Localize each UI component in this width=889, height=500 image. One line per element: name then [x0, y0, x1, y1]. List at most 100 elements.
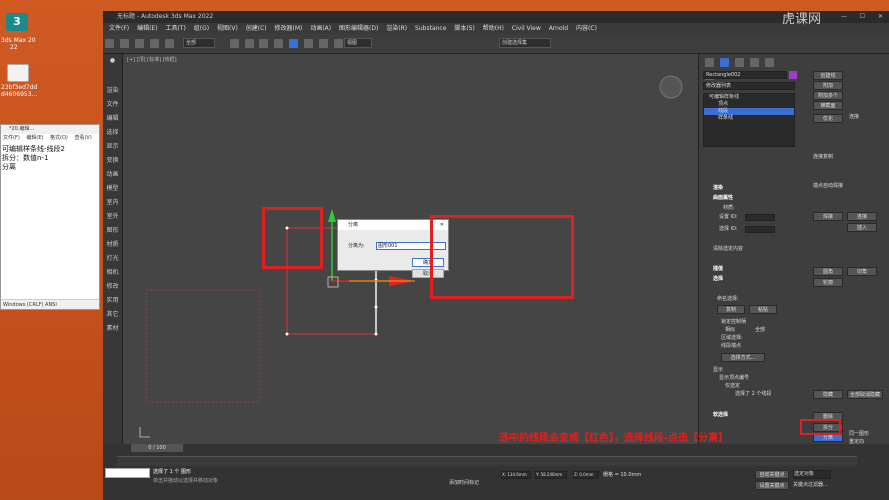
all-radio[interactable]: 全部 — [755, 327, 765, 334]
modifier-list-dropdown[interactable]: 修改器列表 — [703, 82, 795, 90]
segment-end-checkbox[interactable]: 线段端点 — [721, 343, 741, 350]
left-tab[interactable]: 选择 — [103, 126, 122, 140]
left-tab[interactable]: 室外 — [103, 210, 122, 224]
time-slider[interactable]: 0 / 100 — [131, 444, 183, 452]
y-coordinate-field[interactable]: Y: 58.246mm — [535, 471, 567, 479]
left-tab[interactable]: 编辑 — [103, 112, 122, 126]
object-name-field[interactable]: Rectangle002 — [703, 71, 787, 79]
same-shape-checkbox[interactable]: 同一图形 — [849, 431, 869, 438]
placement-icon[interactable] — [334, 39, 344, 48]
left-tab[interactable]: 图形 — [103, 224, 122, 238]
rollout-selection[interactable]: 选择 — [713, 275, 723, 282]
area-select-checkbox[interactable]: 区域选择: — [721, 335, 743, 342]
menu-item[interactable]: 组(G) — [194, 23, 209, 34]
weld-button[interactable]: 焊接 — [813, 212, 843, 221]
selection-filter-dropdown[interactable]: 全部 — [183, 38, 215, 48]
key-filters-button[interactable]: 关键点过滤器... — [793, 482, 828, 489]
notepad-menu-edit[interactable]: 编辑(E) — [26, 135, 43, 141]
left-tab[interactable]: 灯光 — [103, 252, 122, 266]
left-tab[interactable]: 模型 — [103, 182, 122, 196]
connect-checkbox[interactable]: 连接 — [849, 114, 859, 121]
maxscript-listener[interactable] — [105, 468, 150, 478]
select-by-button[interactable]: 选择方式... — [721, 353, 765, 362]
show-vertex-numbers-checkbox[interactable]: 显示顶点编号 — [719, 375, 749, 382]
redo-icon[interactable] — [119, 39, 129, 48]
select-id-spinner[interactable] — [745, 226, 775, 233]
rollout-soft-selection[interactable]: 软选择 — [713, 411, 728, 418]
menu-item[interactable]: 帮助(H) — [483, 23, 504, 34]
menu-item[interactable]: 渲染(R) — [386, 23, 407, 34]
scale-icon[interactable] — [319, 39, 329, 48]
rollout-surface-properties[interactable]: 曲面属性 — [713, 194, 733, 201]
menu-item[interactable]: Arnold — [549, 23, 568, 34]
fillet-button[interactable]: 圆角 — [813, 267, 843, 276]
attach-mult-button[interactable]: 附加多个 — [813, 91, 843, 100]
left-tab[interactable]: 渲染 — [103, 84, 122, 98]
clear-selection-checkbox[interactable]: 清除选定内容 — [713, 246, 743, 253]
3dsmax-desktop-icon[interactable]: 3 — [6, 13, 28, 31]
menu-item[interactable]: 修改器(M) — [275, 23, 303, 34]
menu-item[interactable]: 内容(C) — [576, 23, 597, 34]
move-icon[interactable] — [289, 39, 299, 48]
rect-region-icon[interactable] — [259, 39, 269, 48]
left-tab[interactable]: 素材 — [103, 322, 122, 336]
minimize-icon[interactable]: — — [841, 11, 847, 23]
menu-item[interactable]: 视图(V) — [217, 23, 238, 34]
left-tab[interactable]: 实用 — [103, 294, 122, 308]
cross-section-button[interactable]: 横截面 — [813, 101, 843, 110]
x-coordinate-field[interactable]: X: 134.6mm — [501, 471, 531, 479]
timeline-track[interactable] — [117, 456, 857, 466]
unlink-icon[interactable] — [149, 39, 159, 48]
set-id-spinner[interactable] — [745, 214, 775, 221]
insert-button[interactable]: 插入 — [847, 223, 877, 232]
menu-item[interactable]: 动画(A) — [310, 23, 331, 34]
left-tab[interactable]: 其它 — [103, 308, 122, 322]
left-tab[interactable]: 相机 — [103, 266, 122, 280]
named-selection-dropdown[interactable]: 创建选择集 — [499, 38, 551, 48]
left-tab[interactable]: 材质 — [103, 238, 122, 252]
stack-item-spline[interactable]: 样条线 — [704, 115, 794, 122]
menu-item[interactable]: 文件(F) — [109, 23, 129, 34]
close-icon[interactable]: ✕ — [878, 11, 883, 23]
refine-button[interactable]: 优化 — [813, 114, 843, 123]
attach-button[interactable]: 附加 — [813, 81, 843, 90]
link-icon[interactable] — [134, 39, 144, 48]
reference-coord-dropdown[interactable]: 视图 — [344, 38, 372, 48]
menu-item[interactable]: 创建(C) — [246, 23, 267, 34]
display-tab-icon[interactable] — [764, 58, 774, 67]
select-icon[interactable] — [229, 39, 239, 48]
add-time-tag-button[interactable]: 添加时间标记 — [449, 480, 479, 487]
z-coordinate-field[interactable]: Z: 0.0mm — [573, 471, 599, 479]
undo-icon[interactable] — [105, 39, 114, 48]
menu-item[interactable]: Civil View — [512, 23, 541, 34]
menu-item[interactable]: 编辑(E) — [137, 23, 157, 34]
set-key-button[interactable]: 设置关键点 — [755, 481, 789, 490]
create-tab-icon[interactable] — [705, 58, 714, 67]
notepad-menu-file[interactable]: 文件(F) — [3, 135, 20, 141]
rollout-rendering[interactable]: 渲染 — [713, 184, 723, 191]
menu-item[interactable]: 脚本(S) — [454, 23, 475, 34]
selected-only-checkbox[interactable]: 仅选定 — [725, 383, 740, 390]
window-crossing-icon[interactable] — [274, 39, 284, 48]
left-tab[interactable]: 显示 — [103, 140, 122, 154]
similar-radio[interactable]: 相似 — [725, 327, 735, 334]
menu-item[interactable]: Substance — [415, 23, 446, 34]
left-tab[interactable]: 动画 — [103, 168, 122, 182]
create-line-button[interactable]: 创建线 — [813, 71, 843, 80]
connect-button[interactable]: 连接 — [847, 212, 877, 221]
maximize-icon[interactable]: ☐ — [860, 11, 865, 23]
notepad-menu-view[interactable]: 查看(V) — [74, 135, 91, 141]
stack-item-vertex[interactable]: 顶点 — [704, 101, 794, 108]
outline-button[interactable]: 轮廓 — [813, 278, 843, 287]
rotate-icon[interactable] — [304, 39, 314, 48]
select-by-name-icon[interactable] — [244, 39, 254, 48]
motion-tab-icon[interactable] — [749, 58, 759, 67]
left-tab[interactable]: 变换 — [103, 154, 122, 168]
rollout-interpolation[interactable]: 插值 — [713, 265, 723, 272]
image-file-icon[interactable] — [7, 64, 29, 82]
notepad-menu-format[interactable]: 格式(O) — [50, 135, 68, 141]
menu-item[interactable]: 图形编辑器(D) — [339, 23, 378, 34]
unhide-all-button[interactable]: 全部取消隐藏 — [847, 390, 883, 399]
stack-item-editable-spline[interactable]: 可编辑样条线 — [704, 94, 794, 101]
paste-button[interactable]: 粘贴 — [749, 305, 777, 314]
